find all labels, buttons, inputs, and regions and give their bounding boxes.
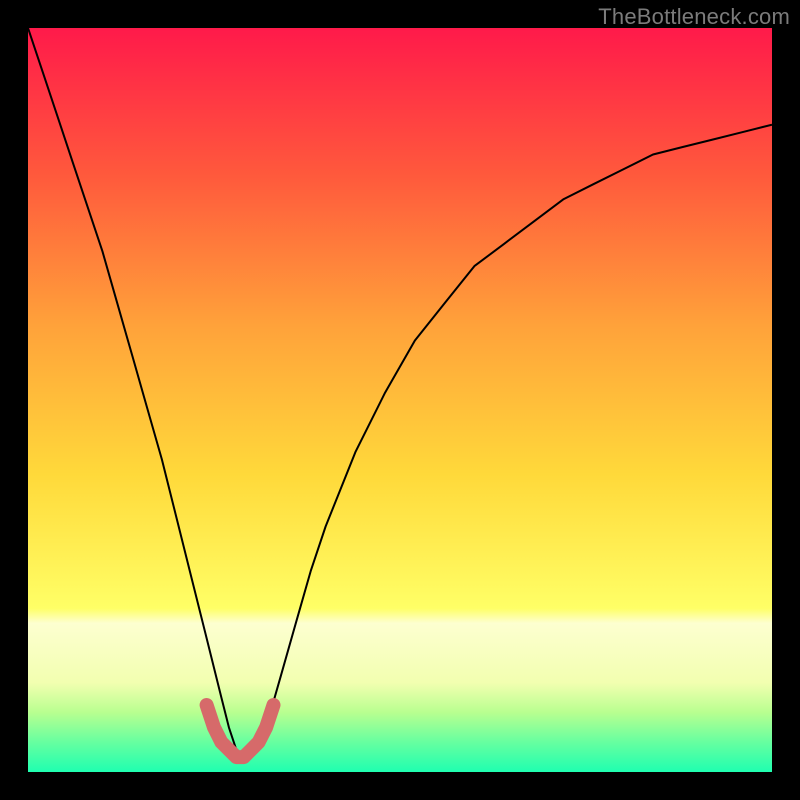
chart-background xyxy=(28,28,772,772)
watermark-text: TheBottleneck.com xyxy=(598,4,790,30)
chart-frame xyxy=(28,28,772,772)
chart-canvas xyxy=(28,28,772,772)
